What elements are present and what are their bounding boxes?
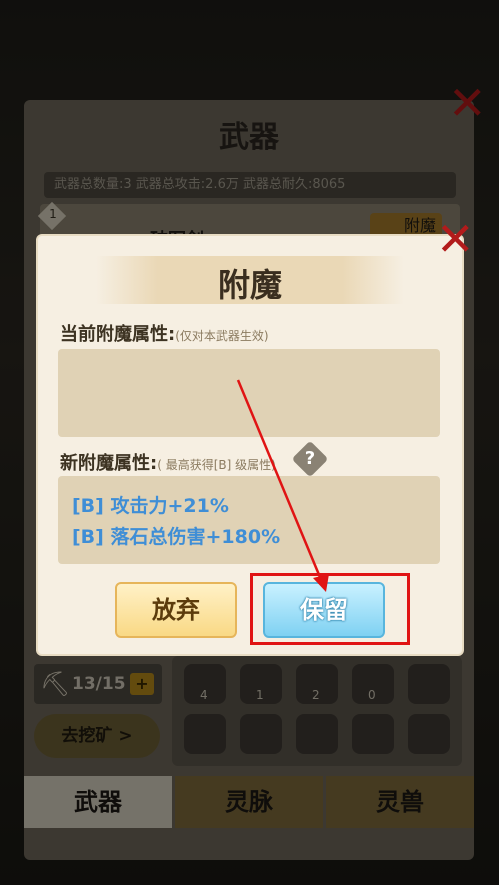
pointer-arrow-icon bbox=[236, 379, 329, 592]
